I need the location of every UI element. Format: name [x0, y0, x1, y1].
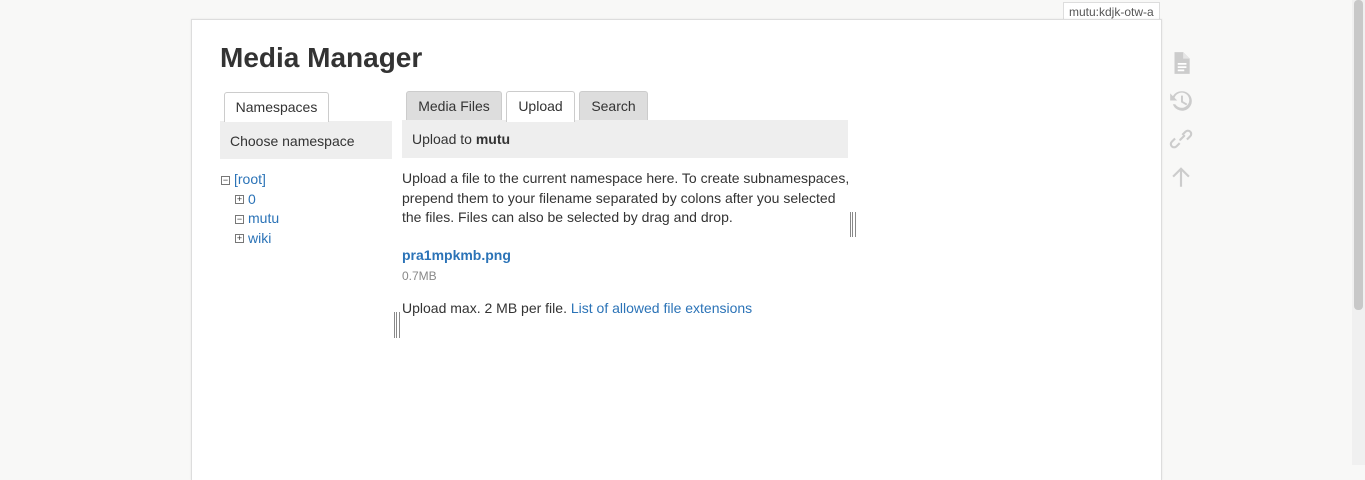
scrollbar-thumb[interactable] — [1354, 0, 1363, 310]
page-container — [191, 19, 1162, 480]
uploaded-file-link[interactable]: pra1mpkmb.png — [402, 247, 511, 263]
upload-limit-line: Upload max. 2 MB per file. List of allow… — [402, 300, 752, 316]
tab-media-files[interactable]: Media Files — [406, 91, 502, 120]
history-icon[interactable] — [1168, 88, 1194, 114]
expand-icon[interactable]: + — [235, 234, 244, 244]
link-icon[interactable] — [1168, 126, 1194, 152]
resize-handle[interactable] — [850, 212, 856, 237]
upload-namespace: mutu — [475, 131, 511, 147]
namespace-link-wiki[interactable]: wiki — [248, 230, 271, 246]
page-icon[interactable] — [1168, 50, 1194, 76]
namespace-link-mutu[interactable]: mutu — [248, 210, 279, 226]
tree-item-0: +0 — [221, 190, 279, 210]
collapse-icon[interactable]: − — [221, 175, 230, 185]
upload-heading-prefix: Upload to — [412, 131, 472, 147]
collapse-icon[interactable]: − — [235, 214, 244, 224]
namespace-link-0[interactable]: 0 — [248, 191, 256, 207]
tab-upload[interactable]: Upload — [506, 91, 575, 122]
expand-icon[interactable]: + — [235, 195, 244, 205]
upload-heading: Upload to mutu — [402, 120, 848, 158]
choose-namespace-heading: Choose namespace — [220, 121, 392, 159]
tree-item-mutu: − mutu — [221, 209, 279, 229]
upload-instructions: Upload a file to the current namespace h… — [402, 170, 850, 225]
tree-item-wiki: + wiki — [221, 229, 279, 249]
resize-handle[interactable] — [394, 312, 400, 338]
upload-max-text: Upload max. 2 MB per file. — [402, 300, 567, 316]
tab-search[interactable]: Search — [579, 91, 648, 120]
namespace-link-root[interactable]: [root] — [234, 171, 266, 187]
tab-namespaces[interactable]: Namespaces — [224, 92, 329, 122]
back-to-top-icon[interactable] — [1168, 164, 1194, 190]
page-title: Media Manager — [220, 42, 423, 73]
file-size: 0.7MB — [402, 269, 437, 283]
tree-item-root: − [root] — [221, 170, 279, 190]
allowed-extensions-link[interactable]: List of allowed file extensions — [571, 300, 752, 316]
namespace-tree: − [root] +0 − mutu + wiki — [221, 170, 279, 248]
